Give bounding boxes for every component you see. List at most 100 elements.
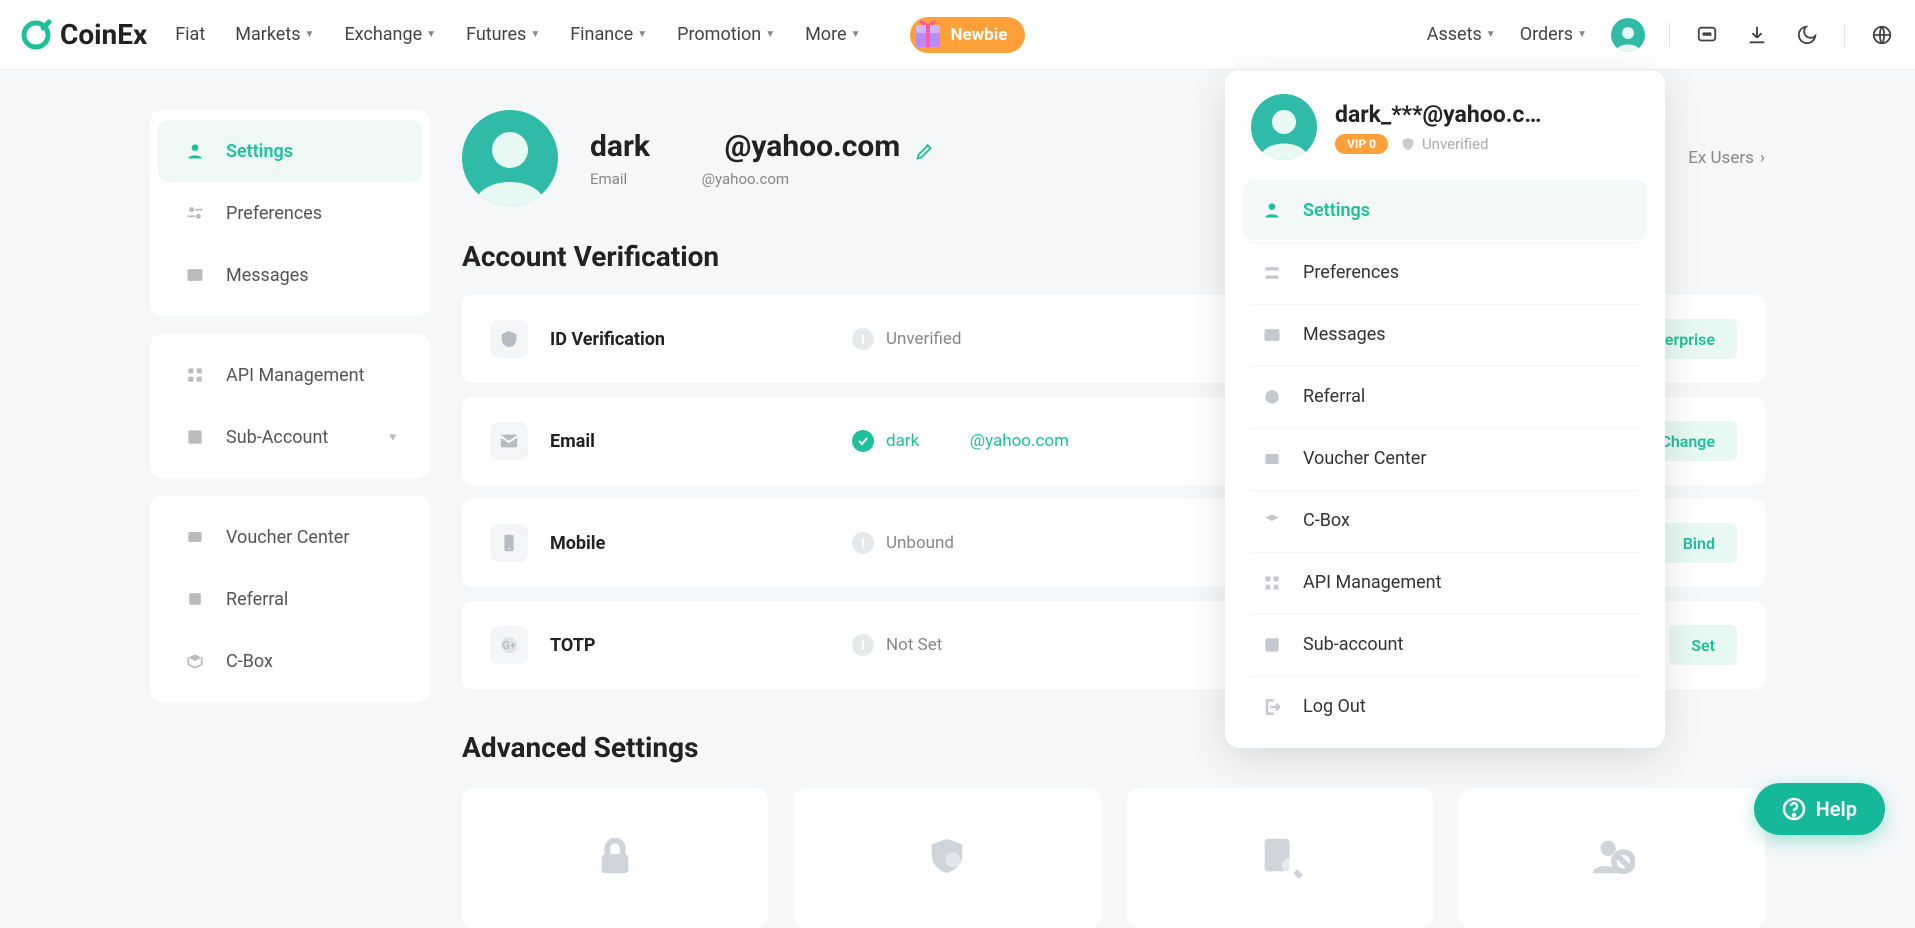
sidebar-item-api[interactable]: API Management bbox=[158, 344, 422, 406]
api-icon bbox=[1261, 572, 1283, 594]
person-icon bbox=[1261, 199, 1283, 221]
sidebar-item-preferences[interactable]: Preferences bbox=[158, 182, 422, 244]
profile-avatar bbox=[462, 110, 558, 206]
brand-logo[interactable]: CoinEx bbox=[20, 18, 147, 51]
caret-down-icon: ▼ bbox=[426, 29, 436, 40]
dropdown-name: dark_***@yahoo.c… bbox=[1335, 101, 1541, 128]
moon-icon[interactable] bbox=[1794, 22, 1820, 48]
brand-text: CoinEx bbox=[60, 18, 147, 51]
dropdown-item-label: Sub-account bbox=[1303, 634, 1403, 655]
advanced-grid bbox=[462, 788, 1765, 928]
status-dot-icon bbox=[852, 328, 874, 350]
dropdown-item-voucher[interactable]: Voucher Center bbox=[1243, 428, 1647, 488]
status-text: Not Set bbox=[886, 635, 942, 655]
sidebar-item-settings[interactable]: Settings bbox=[158, 120, 422, 182]
caret-down-icon: ▼ bbox=[530, 29, 540, 40]
help-icon bbox=[1782, 797, 1806, 821]
nav-assets[interactable]: Assets ▼ bbox=[1427, 24, 1496, 45]
sidebar-group-3: Voucher Center Referral C-Box bbox=[150, 496, 430, 702]
chat-icon[interactable] bbox=[1694, 22, 1720, 48]
dropdown-item-cbox[interactable]: C-Box bbox=[1243, 490, 1647, 550]
voucher-icon bbox=[184, 526, 206, 548]
row-label: Mobile bbox=[550, 533, 830, 554]
dropdown-item-settings[interactable]: Settings bbox=[1243, 180, 1647, 240]
sidebar-item-referral[interactable]: Referral bbox=[158, 568, 422, 630]
sidebar-group-1: Settings Preferences Messages bbox=[150, 110, 430, 316]
lock-icon bbox=[592, 833, 638, 883]
unverified-badge: Unverified bbox=[1400, 135, 1489, 153]
referral-icon bbox=[1261, 386, 1283, 408]
status-text: Unbound bbox=[886, 533, 954, 553]
sidebar-item-voucher[interactable]: Voucher Center bbox=[158, 506, 422, 568]
newbie-label: Newbie bbox=[950, 25, 1007, 45]
nav-more[interactable]: More▼ bbox=[805, 24, 860, 45]
gift-icon bbox=[908, 13, 948, 53]
nav-promotion-label: Promotion bbox=[677, 24, 761, 45]
nav-futures[interactable]: Futures▼ bbox=[466, 24, 540, 45]
nav-orders[interactable]: Orders ▼ bbox=[1520, 24, 1587, 45]
logout-icon bbox=[1261, 696, 1283, 718]
sidebar-item-cbox[interactable]: C-Box bbox=[158, 630, 422, 692]
row-action-bind[interactable]: Bind bbox=[1661, 523, 1737, 563]
profile-name: dark @yahoo.com bbox=[590, 129, 900, 164]
person-icon bbox=[1613, 22, 1643, 52]
dropdown-header: dark_***@yahoo.c… VIP 0 Unverified bbox=[1243, 94, 1647, 178]
nav-finance-label: Finance bbox=[570, 24, 633, 45]
advanced-card-password[interactable] bbox=[462, 788, 768, 928]
dropdown-item-messages[interactable]: Messages bbox=[1243, 304, 1647, 364]
chevron-right-icon: › bbox=[1760, 148, 1765, 168]
messages-icon bbox=[184, 264, 206, 286]
nav-finance[interactable]: Finance ▼ bbox=[570, 24, 647, 45]
sidebar-item-subaccount[interactable]: Sub-Account ▾ bbox=[158, 406, 422, 468]
row-label: ID Verification bbox=[550, 329, 830, 350]
globe-icon[interactable] bbox=[1869, 22, 1895, 48]
caret-down-icon: ▼ bbox=[1577, 29, 1587, 40]
help-label: Help bbox=[1816, 797, 1857, 821]
top-header: CoinEx Fiat Markets▼ Exchange▼ Futures▼ … bbox=[0, 0, 1915, 70]
vip-badge: VIP 0 bbox=[1335, 134, 1388, 154]
nav-promotion[interactable]: Promotion▼ bbox=[677, 24, 775, 45]
messages-icon bbox=[1261, 324, 1283, 346]
caret-down-icon: ▼ bbox=[305, 29, 315, 40]
row-label: Email bbox=[550, 431, 830, 452]
dropdown-item-preferences[interactable]: Preferences bbox=[1243, 242, 1647, 302]
caret-down-icon: ▼ bbox=[1486, 29, 1496, 40]
caret-down-icon: ▼ bbox=[637, 29, 647, 40]
dropdown-item-label: Settings bbox=[1303, 200, 1370, 221]
nav-assets-label: Assets bbox=[1427, 24, 1482, 45]
edit-icon[interactable] bbox=[914, 135, 936, 157]
sidebar-item-label: Referral bbox=[226, 589, 288, 610]
nav-markets[interactable]: Markets ▼ bbox=[235, 24, 314, 45]
newbie-badge[interactable]: Newbie bbox=[910, 17, 1025, 53]
cbox-icon bbox=[1261, 510, 1283, 532]
nav-exchange[interactable]: Exchange▼ bbox=[344, 24, 436, 45]
dropdown-item-label: Voucher Center bbox=[1303, 448, 1426, 469]
sidebar-item-messages[interactable]: Messages bbox=[158, 244, 422, 306]
dropdown-item-label: Preferences bbox=[1303, 262, 1399, 283]
sidebar-item-label: Sub-Account bbox=[226, 427, 328, 448]
nav-fiat-label: Fiat bbox=[175, 24, 205, 45]
nav-fiat[interactable]: Fiat bbox=[175, 24, 205, 45]
download-icon[interactable] bbox=[1744, 22, 1770, 48]
dropdown-item-logout[interactable]: Log Out bbox=[1243, 676, 1647, 736]
dropdown-item-referral[interactable]: Referral bbox=[1243, 366, 1647, 426]
header-avatar[interactable] bbox=[1611, 18, 1645, 52]
advanced-card-user[interactable] bbox=[1459, 788, 1765, 928]
dropdown-avatar bbox=[1251, 94, 1317, 160]
advanced-card-doc[interactable] bbox=[1127, 788, 1433, 928]
help-button[interactable]: Help bbox=[1754, 783, 1885, 835]
sidebar-group-2: API Management Sub-Account ▾ bbox=[150, 334, 430, 478]
document-search-icon bbox=[1257, 833, 1303, 883]
nav-orders-label: Orders bbox=[1520, 24, 1573, 45]
sidebar-item-label: Preferences bbox=[226, 203, 322, 224]
person-icon bbox=[1254, 100, 1314, 160]
nav-markets-label: Markets bbox=[235, 24, 300, 45]
ex-users-link[interactable]: Ex Users › bbox=[1688, 148, 1765, 168]
row-action-set[interactable]: Set bbox=[1669, 625, 1737, 665]
dropdown-badges: VIP 0 Unverified bbox=[1335, 134, 1541, 154]
advanced-card-shield[interactable] bbox=[794, 788, 1100, 928]
dropdown-item-api[interactable]: API Management bbox=[1243, 552, 1647, 612]
sidebar-item-label: C-Box bbox=[226, 651, 273, 672]
dropdown-item-subaccount[interactable]: Sub-account bbox=[1243, 614, 1647, 674]
sliders-icon bbox=[184, 202, 206, 224]
